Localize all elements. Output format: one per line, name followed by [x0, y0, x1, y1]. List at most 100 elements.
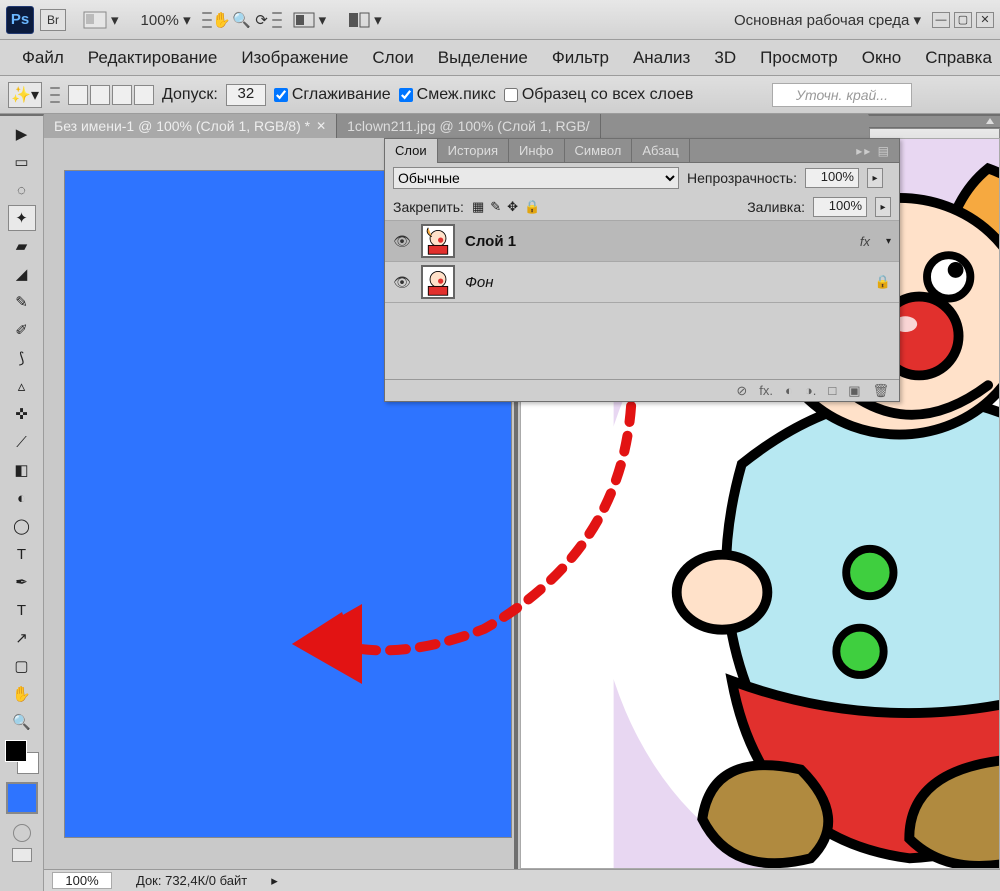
tolerance-input[interactable]: 32: [226, 84, 266, 106]
move-tool[interactable]: ▶: [8, 121, 36, 147]
panel-tab-paragraph[interactable]: Абзац: [632, 139, 689, 163]
foreground-color-swatch[interactable]: [6, 782, 38, 814]
layer-thumbnail[interactable]: [421, 265, 455, 299]
bridge-button[interactable]: Br: [40, 9, 66, 31]
panel-tab-character[interactable]: Символ: [565, 139, 633, 163]
lock-all-icon[interactable]: 🔒: [524, 199, 540, 215]
dodge-tool[interactable]: ◐: [8, 485, 36, 511]
menu-view[interactable]: Просмотр: [748, 44, 850, 72]
hand-tool[interactable]: ✋: [8, 681, 36, 707]
shape-tool[interactable]: T: [8, 597, 36, 623]
layer-name[interactable]: Слой 1: [465, 233, 516, 250]
fx-menu-icon[interactable]: fx.: [759, 383, 773, 398]
menu-filter[interactable]: Фильтр: [540, 44, 621, 72]
crop-tool[interactable]: ▰: [8, 233, 36, 259]
close-tab-icon[interactable]: ✕: [316, 119, 326, 133]
quick-mask-button[interactable]: [13, 824, 31, 842]
workspace-switcher[interactable]: Основная рабочая среда ▾: [727, 7, 928, 33]
view-extras-button[interactable]: ▾: [76, 7, 126, 33]
chevron-down-icon[interactable]: ▾: [886, 236, 891, 247]
visibility-toggle-icon[interactable]: 👁: [393, 233, 411, 250]
layers-panel: Слои История Инфо Символ Абзац ▸▸ ▤ Обыч…: [384, 138, 900, 402]
menu-file[interactable]: Файл: [10, 44, 76, 72]
minimize-button[interactable]: —: [932, 12, 950, 28]
opacity-input[interactable]: 100%: [805, 168, 859, 188]
layer-list: 👁 Слой 1 fx ▾ 👁 Фон 🔒: [385, 220, 899, 303]
fx-indicator[interactable]: fx: [860, 234, 870, 249]
lock-pixels-icon[interactable]: ✎: [490, 199, 501, 215]
brush-tool[interactable]: ✐: [8, 317, 36, 343]
blur-tool[interactable]: ◧: [8, 457, 36, 483]
color-swatches[interactable]: [5, 740, 39, 774]
gradient-tool[interactable]: ⟋: [8, 429, 36, 455]
panel-tab-info[interactable]: Инфо: [509, 139, 564, 163]
arrange-documents-button[interactable]: ▾: [341, 7, 389, 33]
visibility-toggle-icon[interactable]: 👁: [393, 274, 411, 291]
zoom-tool-icon[interactable]: 🔍: [232, 10, 252, 30]
menu-window[interactable]: Окно: [850, 44, 914, 72]
new-layer-icon[interactable]: ▣: [848, 383, 860, 399]
magic-wand-tool[interactable]: ✦: [8, 205, 36, 231]
selection-mode-buttons[interactable]: [68, 85, 154, 105]
dock-header[interactable]: [869, 116, 1000, 128]
menu-select[interactable]: Выделение: [426, 44, 540, 72]
document-tab-1[interactable]: Без имени-1 @ 100% (Слой 1, RGB/8) * ✕: [44, 114, 337, 138]
panel-tab-layers[interactable]: Слои: [385, 139, 438, 163]
hand-tool-icon[interactable]: ✋: [212, 10, 232, 30]
fill-flyout-button[interactable]: ▸: [875, 197, 891, 217]
panel-tab-history[interactable]: История: [438, 139, 509, 163]
mask-icon[interactable]: ◐: [785, 383, 793, 398]
lock-transparent-icon[interactable]: ▦: [472, 199, 484, 215]
layer-row-sloy1[interactable]: 👁 Слой 1 fx ▾: [385, 220, 899, 262]
contiguous-checkbox[interactable]: Смеж.пикс: [399, 86, 496, 104]
document-tabs: Без имени-1 @ 100% (Слой 1, RGB/8) * ✕ 1…: [44, 114, 870, 138]
blend-mode-select[interactable]: Обычные: [393, 167, 679, 189]
antialias-checkbox[interactable]: Сглаживание: [274, 86, 391, 104]
document-tab-2[interactable]: 1clown211.jpg @ 100% (Слой 1, RGB/: [337, 114, 601, 138]
healing-brush-tool[interactable]: ✎: [8, 289, 36, 315]
zoom-tool[interactable]: 🔍: [8, 709, 36, 735]
history-brush-tool[interactable]: ▵: [8, 373, 36, 399]
eraser-tool[interactable]: ✜: [8, 401, 36, 427]
menu-layers[interactable]: Слои: [360, 44, 425, 72]
menu-image[interactable]: Изображение: [229, 44, 360, 72]
path-selection-tool[interactable]: ✒: [8, 569, 36, 595]
clone-stamp-tool[interactable]: ⟆: [8, 345, 36, 371]
magic-wand-tool-icon[interactable]: ✨▾: [8, 82, 42, 108]
document-tab-2-label: 1clown211.jpg @ 100% (Слой 1, RGB/: [347, 118, 590, 134]
opacity-flyout-button[interactable]: ▸: [867, 168, 883, 188]
group-icon[interactable]: □: [828, 383, 836, 398]
3d-tool[interactable]: ↗: [8, 625, 36, 651]
rotate-view-icon[interactable]: ⟳: [252, 10, 272, 30]
screen-mode-toggle[interactable]: [12, 848, 32, 862]
adjustment-layer-icon[interactable]: ◑.: [805, 383, 816, 398]
panel-menu-button[interactable]: ▸▸ ▤: [848, 144, 899, 158]
eyedropper-tool[interactable]: ◢: [8, 261, 36, 287]
pen-tool[interactable]: ◯: [8, 513, 36, 539]
lock-position-icon[interactable]: ✥: [507, 199, 518, 215]
menu-3d[interactable]: 3D: [702, 44, 748, 72]
menu-help[interactable]: Справка: [913, 44, 1000, 72]
marquee-tool[interactable]: ▭: [8, 149, 36, 175]
type-tool[interactable]: T: [8, 541, 36, 567]
menu-edit[interactable]: Редактирование: [76, 44, 230, 72]
fill-input[interactable]: 100%: [813, 197, 867, 217]
trash-icon[interactable]: 🗑: [872, 383, 889, 399]
close-button[interactable]: ✕: [976, 12, 994, 28]
screen-mode-button[interactable]: ▾: [286, 7, 334, 33]
link-layers-icon[interactable]: ⊘: [736, 383, 747, 399]
layer-row-fon[interactable]: 👁 Фон 🔒: [385, 261, 899, 303]
status-zoom-input[interactable]: 100%: [52, 872, 112, 889]
refine-edge-button[interactable]: Уточн. край...: [772, 83, 912, 107]
lock-buttons[interactable]: ▦ ✎ ✥ 🔒: [472, 199, 540, 215]
lasso-tool[interactable]: ◌: [8, 177, 36, 203]
menu-analysis[interactable]: Анализ: [621, 44, 702, 72]
maximize-button[interactable]: ▢: [954, 12, 972, 28]
3d-camera-tool[interactable]: ▢: [8, 653, 36, 679]
sample-all-layers-checkbox[interactable]: Образец со всех слоев: [504, 86, 694, 104]
status-flyout-icon[interactable]: ▸: [271, 873, 278, 889]
zoom-level-dropdown[interactable]: 100% ▾: [134, 7, 198, 33]
layer-name[interactable]: Фон: [465, 274, 494, 291]
menu-bar: Файл Редактирование Изображение Слои Выд…: [0, 40, 1000, 76]
layer-thumbnail[interactable]: [421, 224, 455, 258]
